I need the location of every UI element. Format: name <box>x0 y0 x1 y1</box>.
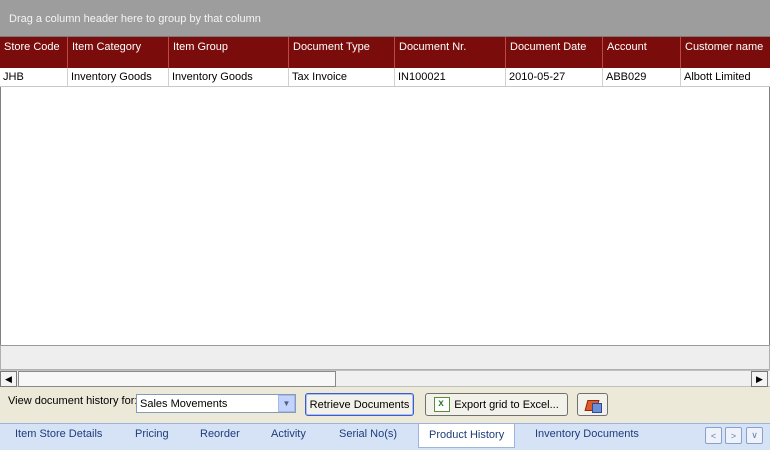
cell-document-nr[interactable]: IN100021 <box>395 68 506 86</box>
clear-button[interactable] <box>577 393 608 416</box>
nav-menu-icon[interactable]: ∨ <box>746 427 763 444</box>
column-header-item-category[interactable]: Item Category <box>68 37 169 68</box>
column-header-document-type[interactable]: Document Type <box>289 37 395 68</box>
nav-prev-icon[interactable]: < <box>705 427 722 444</box>
tab-activity[interactable]: Activity <box>271 428 306 440</box>
tab-bar: Item Store Details Pricing Reorder Activ… <box>0 423 770 450</box>
tab-reorder[interactable]: Reorder <box>200 428 240 440</box>
chevron-down-icon[interactable]: ▼ <box>278 395 295 412</box>
history-type-select[interactable]: Sales Movements ▼ <box>136 394 296 413</box>
group-by-hint: Drag a column header here to group by th… <box>9 13 261 25</box>
tab-product-history[interactable]: Product History <box>418 424 516 448</box>
grid-footer <box>0 345 770 370</box>
cell-customer-name[interactable]: Albott Limited <box>681 68 770 86</box>
toolbar: View document history for: Sales Movemen… <box>0 387 770 423</box>
history-type-value: Sales Movements <box>140 398 228 410</box>
tab-item-store-details[interactable]: Item Store Details <box>15 428 102 440</box>
table-row[interactable]: JHB Inventory Goods Inventory Goods Tax … <box>0 68 770 87</box>
retrieve-documents-button[interactable]: Retrieve Documents <box>305 393 414 416</box>
grid-body <box>0 87 770 345</box>
column-header-document-date[interactable]: Document Date <box>506 37 603 68</box>
column-header-item-group[interactable]: Item Group <box>169 37 289 68</box>
export-excel-label: Export grid to Excel... <box>454 398 559 411</box>
tab-serial-nos[interactable]: Serial No(s) <box>339 428 397 440</box>
scrollbar-thumb[interactable] <box>18 371 336 387</box>
history-label: View document history for: <box>8 395 138 407</box>
cell-item-group[interactable]: Inventory Goods <box>169 68 289 86</box>
cell-store-code[interactable]: JHB <box>0 68 68 86</box>
excel-icon <box>434 397 451 412</box>
column-header-account[interactable]: Account <box>603 37 681 68</box>
cell-account[interactable]: ABB029 <box>603 68 681 86</box>
scroll-left-icon[interactable]: ◀ <box>0 371 17 387</box>
scroll-right-icon[interactable]: ▶ <box>751 371 768 387</box>
column-header-store-code[interactable]: Store Code <box>0 37 68 68</box>
cell-document-type[interactable]: Tax Invoice <box>289 68 395 86</box>
column-header-document-nr[interactable]: Document Nr. <box>395 37 506 68</box>
cell-item-category[interactable]: Inventory Goods <box>68 68 169 86</box>
grid-header: Store Code Item Category Item Group Docu… <box>0 37 770 68</box>
column-header-customer-name[interactable]: Customer name <box>681 37 770 68</box>
cell-document-date[interactable]: 2010-05-27 <box>506 68 603 86</box>
tab-pricing[interactable]: Pricing <box>135 428 169 440</box>
nav-next-icon[interactable]: > <box>725 427 742 444</box>
eraser-icon <box>585 398 602 413</box>
retrieve-documents-label: Retrieve Documents <box>309 398 410 411</box>
horizontal-scrollbar[interactable]: ◀ ▶ <box>0 370 770 387</box>
tab-inventory-documents[interactable]: Inventory Documents <box>535 428 639 440</box>
group-by-panel[interactable]: Drag a column header here to group by th… <box>0 0 770 37</box>
export-excel-button[interactable]: Export grid to Excel... <box>425 393 568 416</box>
